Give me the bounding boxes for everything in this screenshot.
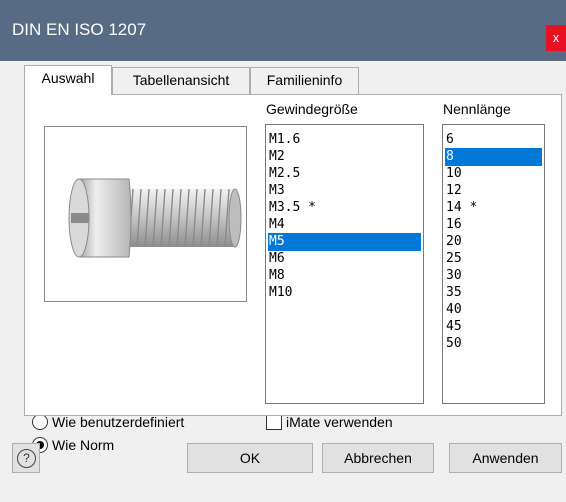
radio-standard-label[interactable]: Wie Norm [52,437,114,453]
imate-checkbox[interactable] [266,414,282,430]
list-item[interactable]: 14 * [446,199,477,217]
list-item[interactable]: 12 [446,182,462,200]
list-item[interactable]: M2 [269,148,285,166]
window-title: DIN EN ISO 1207 [12,20,147,39]
list-item[interactable]: 20 [446,233,462,251]
part-preview [44,126,247,302]
list-item[interactable]: M4 [269,216,285,234]
list-item[interactable]: M2.5 [269,165,300,183]
list-item[interactable]: M10 [269,284,292,302]
list-item[interactable]: 25 [446,250,462,268]
cancel-button[interactable]: Abbrechen [322,443,434,473]
help-icon: ? [17,449,36,468]
help-button[interactable]: ? [12,443,40,473]
list-item[interactable]: 40 [446,301,462,319]
list-item[interactable]: M3.5 * [269,199,316,217]
list-item[interactable]: M3 [269,182,285,200]
slotted-cheese-head-screw-icon [68,178,242,258]
tab-tabellenansicht[interactable]: Tabellenansicht [112,67,250,94]
radio-user-defined[interactable] [32,414,48,430]
thread-size-list[interactable]: M1.6 M2 M2.5 M3 M3.5 * M4 M5 M6 M8 M10 [265,124,424,404]
nominal-length-label: Nennlänge [443,101,511,117]
list-item[interactable]: M1.6 [269,131,300,149]
list-item-selected[interactable]: 8 [445,148,542,166]
ok-button[interactable]: OK [187,443,313,473]
close-button[interactable]: x [546,25,566,51]
tab-familieninfo[interactable]: Familieninfo [250,67,359,94]
list-item[interactable]: 35 [446,284,462,302]
list-item[interactable]: 50 [446,335,462,353]
list-item[interactable]: 45 [446,318,462,336]
title-bar[interactable]: DIN EN ISO 1207 x [0,0,566,61]
close-icon: x [552,30,560,45]
imate-checkbox-label[interactable]: iMate verwenden [286,414,393,430]
list-item[interactable]: 30 [446,267,462,285]
thread-size-label: Gewindegröße [266,101,358,117]
dialog-body: Auswahl Tabellenansicht Familieninfo Gew… [0,61,566,502]
list-item-selected[interactable]: M5 [268,233,421,251]
list-item[interactable]: M6 [269,250,285,268]
list-item[interactable]: 10 [446,165,462,183]
radio-user-defined-label[interactable]: Wie benutzerdefiniert [52,414,184,430]
list-item[interactable]: 16 [446,216,462,234]
list-item[interactable]: M8 [269,267,285,285]
nominal-length-list[interactable]: 6 8 10 12 14 * 16 20 25 30 35 40 45 50 [442,124,545,404]
tab-panel-auswahl: Gewindegröße M1.6 M2 M2.5 M3 M3.5 * M4 M… [24,94,562,416]
apply-button[interactable]: Anwenden [449,443,562,473]
tab-auswahl[interactable]: Auswahl [24,65,112,95]
list-item[interactable]: 6 [446,131,454,149]
